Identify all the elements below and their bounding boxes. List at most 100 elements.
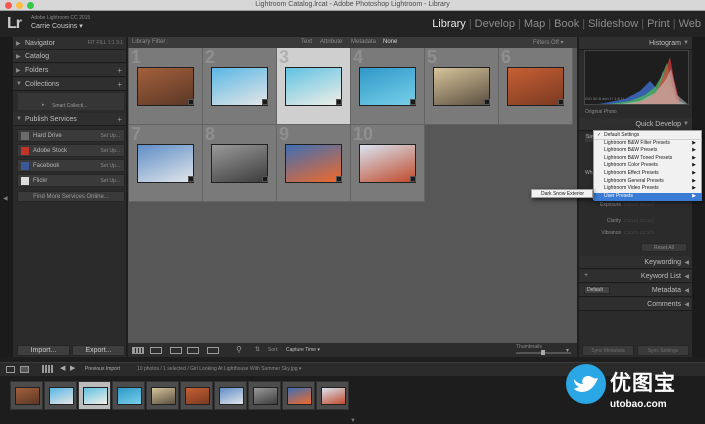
- keyword-list-header[interactable]: Keyword List ◀: [579, 270, 692, 283]
- navigator-header[interactable]: ▶ Navigator FIT FILL 1:1 3:1: [13, 37, 126, 50]
- grid-cell[interactable]: 5: [425, 47, 499, 125]
- sync-settings-button[interactable]: Sync Settings: [637, 345, 689, 356]
- sort-dropdown[interactable]: Capture Time ▾: [286, 347, 320, 353]
- module-web[interactable]: Web: [677, 18, 703, 30]
- module-map[interactable]: Map: [522, 18, 547, 30]
- filters-off-dropdown[interactable]: Filters Off ▾: [533, 39, 564, 46]
- keywording-header[interactable]: Keywording ◀: [579, 256, 692, 269]
- service-adobe-stock[interactable]: Adobe Stock Set Up...: [17, 144, 125, 157]
- add-folder-icon[interactable]: +: [117, 66, 122, 75]
- filmstrip-thumbnail[interactable]: [282, 381, 315, 410]
- second-window-icon[interactable]: [20, 366, 29, 373]
- back-arrow-icon[interactable]: ◀: [60, 364, 65, 372]
- photo-thumbnail[interactable]: [433, 67, 490, 106]
- user-menu[interactable]: Carrie Cousins ▾: [31, 22, 83, 30]
- catalog-header[interactable]: ▶ Catalog: [13, 50, 126, 63]
- filmstrip-source[interactable]: Previous Import: [85, 366, 120, 372]
- folders-header[interactable]: ▶ Folders +: [13, 64, 126, 77]
- photo-thumbnail[interactable]: [137, 144, 194, 183]
- grid-cell[interactable]: 7: [129, 124, 203, 202]
- original-photo-checkbox[interactable]: Original Photo: [585, 109, 617, 115]
- edit-badge-icon[interactable]: [558, 99, 564, 105]
- filter-attribute[interactable]: Attribute: [320, 39, 342, 45]
- navigator-zoom-options[interactable]: FIT FILL 1:1 3:1: [88, 40, 123, 46]
- edit-badge-icon[interactable]: [410, 99, 416, 105]
- photo-thumbnail[interactable]: [507, 67, 564, 106]
- add-collection-icon[interactable]: +: [117, 80, 122, 89]
- service-hard-drive[interactable]: Hard Drive Set Up...: [17, 129, 125, 142]
- filmstrip-thumbnail[interactable]: [10, 381, 43, 410]
- exposure-row[interactable]: Exposure ▭▭▭ ▭▭▭: [600, 202, 654, 208]
- grid-icon[interactable]: [42, 365, 54, 373]
- module-book[interactable]: Book: [552, 18, 581, 30]
- people-view-icon[interactable]: [207, 347, 219, 354]
- edit-badge-icon[interactable]: [336, 176, 342, 182]
- photo-thumbnail[interactable]: [211, 67, 268, 106]
- left-panel-edge[interactable]: ◀: [0, 37, 13, 357]
- edit-badge-icon[interactable]: [188, 176, 194, 182]
- setup-button[interactable]: Set Up...: [101, 148, 120, 154]
- filmstrip-thumbnail[interactable]: [44, 381, 77, 410]
- histogram-header[interactable]: Histogram ▼: [579, 37, 692, 50]
- filmstrip-thumbnail[interactable]: [316, 381, 349, 410]
- reset-all-button[interactable]: Reset All: [641, 243, 687, 252]
- filter-none[interactable]: None: [383, 39, 397, 45]
- smart-collections-item[interactable]: ▸ Smart Collecti...: [18, 93, 124, 110]
- module-slideshow[interactable]: Slideshow: [586, 18, 640, 30]
- grid-cell[interactable]: 1: [129, 47, 203, 125]
- setup-button[interactable]: Set Up...: [101, 133, 120, 139]
- module-print[interactable]: Print: [645, 18, 672, 30]
- compare-view-icon[interactable]: [170, 347, 182, 354]
- vibrance-row[interactable]: Vibrance ▭▭▭ ▭▭▭: [600, 230, 653, 236]
- grid-cell[interactable]: 4: [351, 47, 425, 125]
- thumbnail-size-knob[interactable]: [541, 350, 545, 355]
- edit-badge-icon[interactable]: [336, 99, 342, 105]
- filmstrip-thumbnail[interactable]: [146, 381, 179, 410]
- collections-header[interactable]: ▼ Collections +: [13, 78, 126, 91]
- add-keyword-icon[interactable]: +: [584, 272, 588, 279]
- main-window-icon[interactable]: [6, 366, 15, 373]
- service-flickr[interactable]: Flickr Set Up...: [17, 174, 125, 187]
- sync-metadata-button[interactable]: Sync Metadata: [582, 345, 634, 356]
- edit-badge-icon[interactable]: [484, 99, 490, 105]
- grid-view-icon[interactable]: [132, 347, 144, 354]
- survey-view-icon[interactable]: [187, 347, 199, 354]
- service-facebook[interactable]: Facebook Set Up...: [17, 159, 125, 172]
- module-library[interactable]: Library: [430, 18, 468, 30]
- grid-cell[interactable]: 10: [351, 124, 425, 202]
- collapse-left-icon[interactable]: ◀: [3, 195, 8, 202]
- publish-services-header[interactable]: ▼ Publish Services +: [13, 113, 126, 126]
- photo-thumbnail[interactable]: [285, 67, 342, 106]
- grid-cell[interactable]: 6: [499, 47, 573, 125]
- sort-direction-icon[interactable]: ⇅: [255, 346, 260, 353]
- edit-badge-icon[interactable]: [188, 99, 194, 105]
- filter-text[interactable]: Text: [301, 39, 312, 45]
- painter-icon[interactable]: ⚲: [236, 345, 242, 354]
- photo-thumbnail[interactable]: [211, 144, 268, 183]
- user-presets-submenu-item[interactable]: Dark Snow Exterior: [531, 189, 593, 198]
- comments-header[interactable]: Comments ◀: [579, 298, 692, 311]
- filmstrip-thumbnail[interactable]: [248, 381, 281, 410]
- photo-thumbnail[interactable]: [359, 144, 416, 183]
- filmstrip-thumbnail[interactable]: [78, 381, 111, 410]
- preset-menu-item[interactable]: User Presets ▶: [594, 192, 702, 201]
- setup-button[interactable]: Set Up...: [101, 163, 120, 169]
- metadata-preset-dropdown[interactable]: Default: [584, 286, 610, 294]
- grid-cell[interactable]: 3: [277, 47, 351, 125]
- filmstrip-thumbnail[interactable]: [214, 381, 247, 410]
- grid-cell[interactable]: 8: [203, 124, 277, 202]
- find-more-services-button[interactable]: Find More Services Online...: [17, 191, 125, 202]
- grid-cell[interactable]: 2: [203, 47, 277, 125]
- filmstrip-collapse-icon[interactable]: ▼: [350, 418, 356, 424]
- clarity-row[interactable]: Clarity ▭▭▭ ▭▭▭: [600, 218, 654, 224]
- edit-badge-icon[interactable]: [262, 99, 268, 105]
- photo-thumbnail[interactable]: [137, 67, 194, 106]
- edit-badge-icon[interactable]: [262, 176, 268, 182]
- filmstrip-thumbnail[interactable]: [180, 381, 213, 410]
- filmstrip-thumbnail[interactable]: [112, 381, 145, 410]
- toolbar-menu-icon[interactable]: ▾: [566, 347, 569, 354]
- photo-thumbnail[interactable]: [359, 67, 416, 106]
- add-publish-service-icon[interactable]: +: [117, 115, 122, 124]
- photo-thumbnail[interactable]: [285, 144, 342, 183]
- edit-badge-icon[interactable]: [410, 176, 416, 182]
